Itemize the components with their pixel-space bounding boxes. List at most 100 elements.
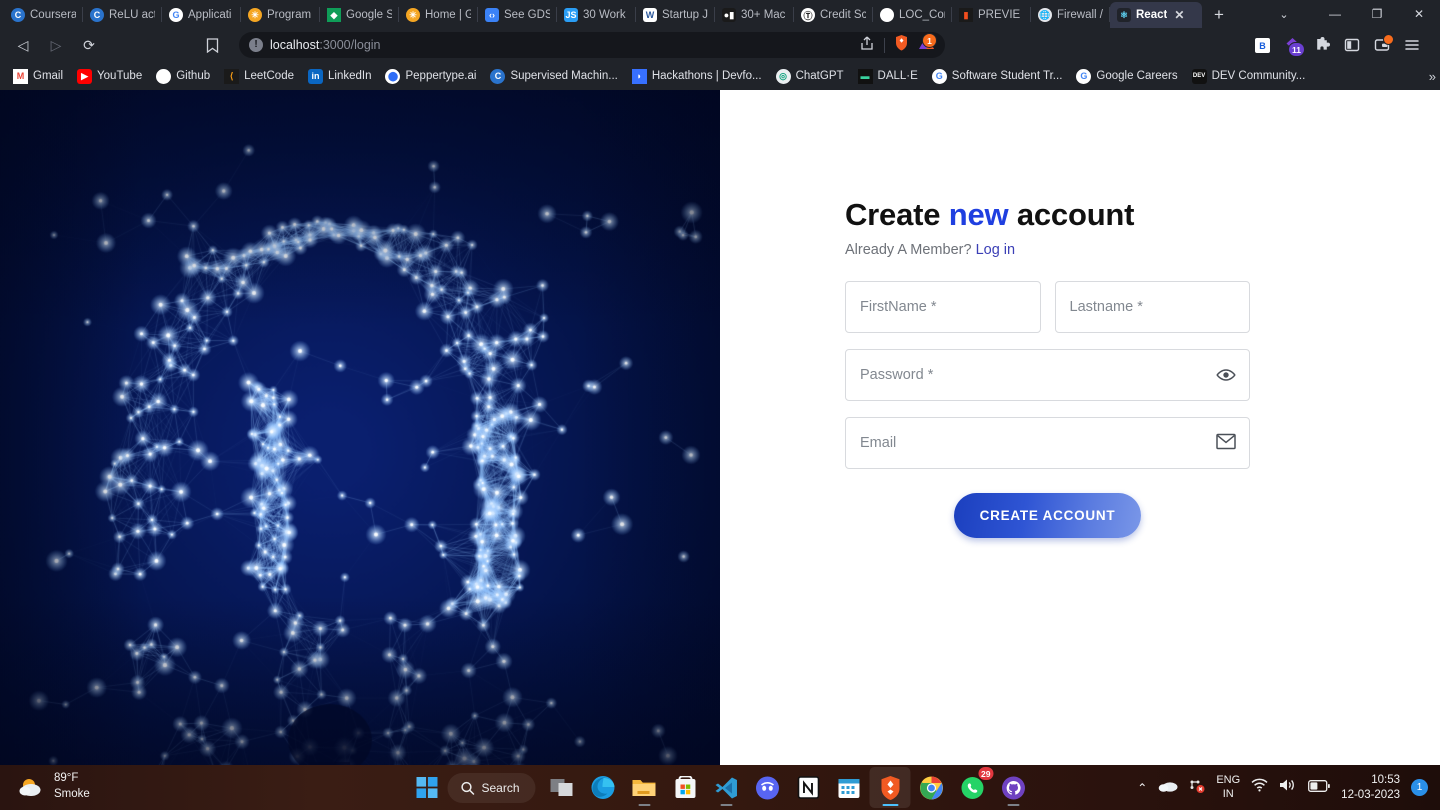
language-indicator[interactable]: ENG IN xyxy=(1216,774,1240,802)
bookmarks-bar: M Gmail ▶ YouTube Github ⟨ LeetCode in LinkedIn ⬤… xyxy=(0,62,1440,90)
bookmark-label: Gmail xyxy=(33,70,63,82)
browser-tab-2[interactable]: G Applicati xyxy=(162,2,240,28)
share-icon[interactable] xyxy=(859,35,875,56)
bookmark-item-2[interactable]: Github xyxy=(149,66,217,87)
browser-tab-13[interactable]: 🌐 Firewall / xyxy=(1031,2,1109,28)
bookmark-item-8[interactable]: ◎ ChatGPT xyxy=(769,66,851,87)
wifi-icon[interactable] xyxy=(1251,778,1268,797)
devfolio-icon: ◗ xyxy=(632,69,647,84)
bookmark-item-7[interactable]: ◗ Hackathons | Devfo... xyxy=(625,66,769,87)
close-window-button[interactable]: ✕ xyxy=(1398,0,1440,28)
browser-tab-1[interactable]: C ReLU acti xyxy=(83,2,161,28)
volume-icon[interactable] xyxy=(1279,778,1297,797)
bookmark-item-11[interactable]: G Google Careers xyxy=(1069,66,1184,87)
omnibox[interactable]: ! localhost:3000/login 1 xyxy=(239,32,945,58)
browser-tab-5[interactable]: ✳ Home | G xyxy=(399,2,477,28)
sidebar-toggle-icon[interactable] xyxy=(1342,35,1362,55)
tab-label: Google S xyxy=(346,9,392,21)
taskbar-item-notion[interactable] xyxy=(788,767,829,808)
notification-center-button[interactable]: 1 xyxy=(1411,779,1428,796)
create-account-button[interactable]: CREATE ACCOUNT xyxy=(954,493,1142,538)
bookmark-item-0[interactable]: M Gmail xyxy=(6,66,70,87)
browser-tab-6[interactable]: ‹› See GDSC xyxy=(478,2,556,28)
taskbar-item-microsoft-edge[interactable] xyxy=(583,767,624,808)
bookmarks-overflow-button[interactable]: » xyxy=(1429,69,1436,84)
weather-widget[interactable]: 89°F Smoke xyxy=(18,771,90,802)
reload-button[interactable]: ⟳ xyxy=(74,32,104,58)
screen: C Coursera C ReLU acti G Applicati ✳ Program ◆ Go… xyxy=(0,0,1440,810)
github-icon xyxy=(880,8,894,22)
browser-tab-14[interactable]: ⚛ React ✕ xyxy=(1110,2,1202,28)
browser-menu-icon[interactable] xyxy=(1402,35,1422,55)
extensions-puzzle-icon[interactable] xyxy=(1312,35,1332,55)
bookmark-item-5[interactable]: ⬤ Peppertype.ai xyxy=(378,66,483,87)
firstname-input[interactable] xyxy=(845,281,1041,333)
gmail-icon: M xyxy=(13,69,28,84)
tab-label: Applicati xyxy=(188,9,231,21)
google-icon: G xyxy=(1076,69,1091,84)
browser-tab-12[interactable]: ▮ PREVIE xyxy=(952,2,1030,28)
tab-close-icon[interactable]: ✕ xyxy=(1174,8,1184,22)
bookmark-item-6[interactable]: C Supervised Machin... xyxy=(483,66,624,87)
tab-label: Program xyxy=(267,9,311,21)
new-tab-button[interactable]: + xyxy=(1206,3,1232,27)
brave-wallet-icon[interactable] xyxy=(1372,35,1392,55)
maximize-button[interactable]: ❐ xyxy=(1356,0,1398,28)
grammarly-extension-icon[interactable]: 11 xyxy=(1282,35,1302,55)
clock-time: 10:53 xyxy=(1371,774,1400,786)
url-text: localhost:3000/login xyxy=(270,38,381,52)
bookmark-item-12[interactable]: DEV DEV Community... xyxy=(1185,66,1313,87)
bookmark-item-9[interactable]: ▬ DALL·E xyxy=(851,66,925,87)
browser-tab-0[interactable]: C Coursera xyxy=(4,2,82,28)
network-disconnected-icon[interactable] xyxy=(1189,778,1205,798)
envelope-icon[interactable] xyxy=(1216,433,1236,453)
taskbar-item-whatsapp[interactable]: 29 xyxy=(952,767,993,808)
browser-tab-9[interactable]: ●▮ 30+ Mac xyxy=(715,2,793,28)
site-info-icon[interactable]: ! xyxy=(249,38,263,52)
browser-tab-8[interactable]: W Startup J xyxy=(636,2,714,28)
email-field-wrapper xyxy=(845,417,1250,469)
taskbar-item-google-chrome[interactable] xyxy=(911,767,952,808)
onedrive-icon[interactable] xyxy=(1158,778,1178,797)
battery-icon[interactable] xyxy=(1308,779,1330,797)
taskbar-item-github-desktop[interactable] xyxy=(993,767,1034,808)
browser-tab-4[interactable]: ◆ Google S xyxy=(320,2,398,28)
bookmark-item-1[interactable]: ▶ YouTube xyxy=(70,66,149,87)
bookmark-item-10[interactable]: G Software Student Tr... xyxy=(925,66,1070,87)
password-input[interactable] xyxy=(845,349,1250,401)
weather-temperature: 89°F xyxy=(54,771,90,787)
bitwarden-extension-icon[interactable]: B xyxy=(1252,35,1272,55)
taskbar-item-discord[interactable] xyxy=(747,767,788,808)
browser-tab-10[interactable]: Ⓣ Credit Sc xyxy=(794,2,872,28)
minimize-button[interactable]: — xyxy=(1314,0,1356,28)
taskbar-item-task-view[interactable] xyxy=(542,767,583,808)
title-lead: Create xyxy=(845,197,949,232)
taskbar-item-microsoft-store[interactable] xyxy=(665,767,706,808)
bookmark-item-3[interactable]: ⟨ LeetCode xyxy=(217,66,301,87)
taskbar-item-calendar[interactable] xyxy=(829,767,870,808)
clock[interactable]: 10:53 12-03-2023 xyxy=(1341,773,1400,803)
search-button[interactable]: Search xyxy=(447,773,535,803)
taskbar-item-file-explorer[interactable] xyxy=(624,767,665,808)
browser-tab-11[interactable]: LOC_Con xyxy=(873,2,951,28)
brave-rewards-icon[interactable]: 1 xyxy=(918,34,935,56)
eye-icon[interactable] xyxy=(1216,365,1236,385)
start-button[interactable] xyxy=(406,767,447,808)
bookmark-this-page-icon[interactable] xyxy=(197,32,227,58)
tab-label: 30+ Mac xyxy=(741,9,785,21)
bookmark-item-4[interactable]: in LinkedIn xyxy=(301,66,378,87)
bookmark-label: Peppertype.ai xyxy=(405,70,476,82)
tray-overflow-icon[interactable]: ⌃ xyxy=(1137,781,1147,795)
forward-button[interactable]: ▷ xyxy=(41,32,71,58)
taskbar-item-vscode[interactable] xyxy=(706,767,747,808)
lastname-input[interactable] xyxy=(1055,281,1251,333)
bookmark-label: Hackathons | Devfo... xyxy=(652,70,762,82)
taskbar-item-brave-browser[interactable] xyxy=(870,767,911,808)
back-button[interactable]: ◁ xyxy=(8,32,38,58)
browser-tab-3[interactable]: ✳ Program xyxy=(241,2,319,28)
login-link[interactable]: Log in xyxy=(976,242,1016,258)
brave-shields-icon[interactable] xyxy=(894,34,909,56)
email-input[interactable] xyxy=(845,417,1250,469)
browser-tab-7[interactable]: JS 30 Work xyxy=(557,2,635,28)
tab-search-button[interactable]: ⌄ xyxy=(1254,0,1314,28)
